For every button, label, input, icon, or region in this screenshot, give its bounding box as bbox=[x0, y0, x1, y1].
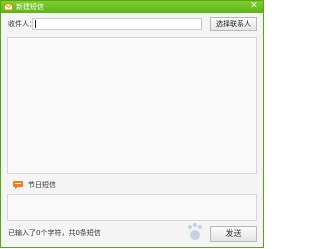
message-history-area[interactable] bbox=[7, 37, 257, 174]
select-contact-button[interactable]: 选择联系人 bbox=[210, 17, 257, 31]
envelope-icon bbox=[4, 3, 13, 11]
text-caret bbox=[35, 20, 36, 28]
character-count-status: 已输入了0个字符，共0条短信 bbox=[8, 229, 101, 237]
holiday-sms-link[interactable]: 节日短信 bbox=[28, 180, 56, 190]
close-icon[interactable]: ✕ bbox=[247, 1, 261, 12]
new-sms-window: 新建短信 ✕ 收件人： 选择联系人 节日短信 已输入了0个字符，共0条短信 发送 bbox=[0, 0, 264, 248]
message-bubble-icon[interactable] bbox=[13, 181, 23, 189]
window-title: 新建短信 bbox=[16, 3, 44, 11]
recipient-input[interactable] bbox=[32, 18, 202, 30]
paw-watermark bbox=[185, 219, 263, 247]
title-bar[interactable]: 新建短信 ✕ bbox=[1, 1, 263, 13]
compose-textarea[interactable] bbox=[7, 194, 257, 221]
